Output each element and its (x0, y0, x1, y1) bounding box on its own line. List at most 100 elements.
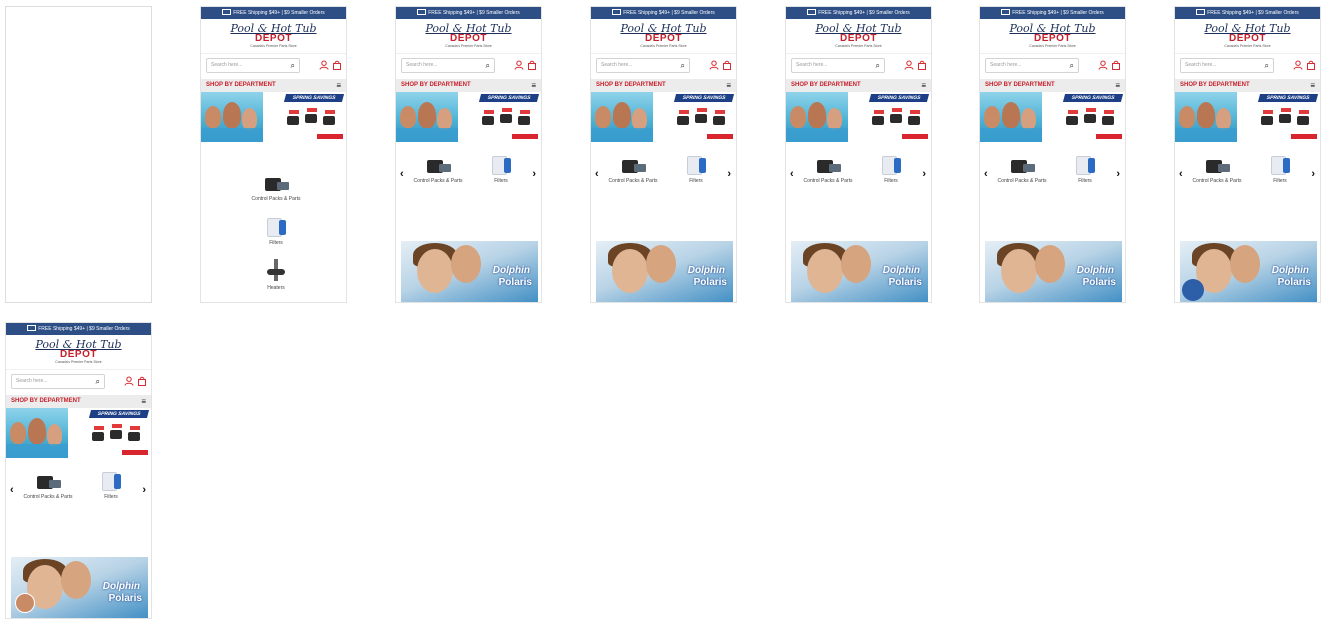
hamburger-icon[interactable]: ≡ (1310, 79, 1315, 92)
carousel-next-arrow[interactable]: › (1116, 168, 1120, 180)
dolphin-polaris-promo[interactable]: Dolphin Polaris (401, 241, 538, 302)
site-logo[interactable]: Pool & Hot Tub DEPOT Canada's Premier Pa… (396, 19, 541, 53)
category-filters[interactable]: Filters (1260, 154, 1300, 184)
hamburger-icon[interactable]: ≡ (921, 79, 926, 92)
category-filters[interactable]: Filters (871, 154, 911, 184)
shop-by-department[interactable]: SHOP BY DEPARTMENT ≡ (786, 79, 931, 92)
site-logo[interactable]: Pool & Hot Tub DEPOT Canada's Premier Pa… (786, 19, 931, 53)
cart-icon[interactable] (527, 60, 537, 70)
category-heaters[interactable]: Heaters (246, 259, 306, 291)
chat-bubble-icon[interactable] (1182, 279, 1204, 301)
hamburger-icon[interactable]: ≡ (1115, 79, 1120, 92)
banner-product (872, 116, 884, 125)
search-icon[interactable]: ⌕ (1070, 59, 1074, 72)
carousel-next-arrow[interactable]: › (142, 484, 146, 496)
carousel-next-arrow[interactable]: › (922, 168, 926, 180)
spring-savings-banner[interactable]: SPRING SAVINGS (201, 92, 346, 142)
banner-shop-button[interactable] (512, 134, 538, 139)
account-icon[interactable] (514, 60, 524, 70)
category-filters[interactable]: Filters (91, 470, 131, 500)
shop-by-department[interactable]: SHOP BY DEPARTMENT ≡ (396, 79, 541, 92)
category-label: Control Packs & Parts (1192, 178, 1242, 184)
search-input[interactable]: Search here... ⌕ (985, 58, 1079, 73)
search-input[interactable]: Search here... ⌕ (791, 58, 885, 73)
category-filters[interactable]: Filters (481, 154, 521, 184)
account-icon[interactable] (1098, 60, 1108, 70)
search-icon[interactable]: ⌕ (96, 375, 100, 388)
carousel-next-arrow[interactable]: › (532, 168, 536, 180)
shop-by-department[interactable]: SHOP BY DEPARTMENT ≡ (6, 395, 151, 408)
account-icon[interactable] (319, 60, 329, 70)
category-control-packs[interactable]: Control Packs & Parts (794, 156, 862, 184)
logo-tagline: Canada's Premier Parts Store (250, 44, 297, 48)
cart-icon[interactable] (137, 376, 147, 386)
banner-shop-button[interactable] (707, 134, 733, 139)
banner-person (632, 108, 647, 130)
hamburger-icon[interactable]: ≡ (531, 79, 536, 92)
phone-frame-carousel: FREE Shipping $49+ | $9 Smaller Orders P… (1174, 6, 1321, 303)
dolphin-polaris-promo[interactable]: Dolphin Polaris (985, 241, 1122, 302)
site-logo[interactable]: Pool & Hot Tub DEPOT Canada's Premier Pa… (6, 335, 151, 369)
shop-by-department[interactable]: SHOP BY DEPARTMENT ≡ (980, 79, 1125, 92)
banner-shop-button[interactable] (1096, 134, 1122, 139)
banner-headline: SPRING SAVINGS (283, 94, 345, 102)
spring-savings-banner[interactable]: SPRING SAVINGS (980, 92, 1125, 142)
shop-by-department[interactable]: SHOP BY DEPARTMENT ≡ (591, 79, 736, 92)
spring-savings-banner[interactable]: SPRING SAVINGS (396, 92, 541, 142)
banner-shop-button[interactable] (317, 134, 343, 139)
category-filters[interactable]: Filters (246, 216, 306, 246)
hamburger-icon[interactable]: ≡ (726, 79, 731, 92)
search-icon[interactable]: ⌕ (486, 59, 490, 72)
cart-icon[interactable] (332, 60, 342, 70)
shop-by-department[interactable]: SHOP BY DEPARTMENT ≡ (201, 79, 346, 92)
search-input[interactable]: Search here... ⌕ (596, 58, 690, 73)
spring-savings-banner[interactable]: SPRING SAVINGS (1175, 92, 1320, 142)
banner-person (242, 108, 257, 130)
site-logo[interactable]: Pool & Hot Tub DEPOT Canada's Premier Pa… (201, 19, 346, 53)
spring-savings-banner[interactable]: SPRING SAVINGS (786, 92, 931, 142)
dolphin-polaris-promo[interactable]: Dolphin Polaris (596, 241, 733, 302)
account-icon[interactable] (124, 376, 134, 386)
category-control-packs[interactable]: Control Packs & Parts (599, 156, 667, 184)
category-control-packs[interactable]: Control Packs & Parts (404, 156, 472, 184)
search-input[interactable]: Search here... ⌕ (1180, 58, 1274, 73)
spring-savings-banner[interactable]: SPRING SAVINGS (591, 92, 736, 142)
carousel-next-arrow[interactable]: › (727, 168, 731, 180)
category-filters[interactable]: Filters (1065, 154, 1105, 184)
account-icon[interactable] (904, 60, 914, 70)
dolphin-polaris-promo[interactable]: Dolphin Polaris (791, 241, 928, 302)
category-control-packs[interactable]: Control Packs & Parts (1183, 156, 1251, 184)
category-control-packs[interactable]: Control Packs & Parts (241, 174, 311, 202)
search-icon[interactable]: ⌕ (1265, 59, 1269, 72)
dolphin-polaris-promo[interactable]: Dolphin Polaris (11, 557, 148, 618)
account-icon[interactable] (709, 60, 719, 70)
banner-shop-button[interactable] (122, 450, 148, 455)
phone-frame-carousel: FREE Shipping $49+ | $9 Smaller Orders P… (979, 6, 1126, 303)
search-icon[interactable]: ⌕ (681, 59, 685, 72)
site-logo[interactable]: Pool & Hot Tub DEPOT Canada's Premier Pa… (980, 19, 1125, 53)
carousel-next-arrow[interactable]: › (1311, 168, 1315, 180)
category-control-packs[interactable]: Control Packs & Parts (988, 156, 1056, 184)
banner-shop-button[interactable] (1291, 134, 1317, 139)
search-input[interactable]: Search here... ⌕ (11, 374, 105, 389)
account-icon[interactable] (1293, 60, 1303, 70)
cart-icon[interactable] (722, 60, 732, 70)
cart-icon[interactable] (917, 60, 927, 70)
dolphin-polaris-promo[interactable]: Dolphin Polaris (1180, 241, 1317, 302)
search-input[interactable]: Search here... ⌕ (401, 58, 495, 73)
category-control-packs[interactable]: Control Packs & Parts (14, 472, 82, 500)
search-icon[interactable]: ⌕ (291, 59, 295, 72)
site-logo[interactable]: Pool & Hot Tub DEPOT Canada's Premier Pa… (591, 19, 736, 53)
cart-icon[interactable] (1306, 60, 1316, 70)
hamburger-icon[interactable]: ≡ (336, 79, 341, 92)
search-icon[interactable]: ⌕ (876, 59, 880, 72)
category-filters[interactable]: Filters (676, 154, 716, 184)
spring-savings-banner[interactable]: SPRING SAVINGS (6, 408, 151, 458)
banner-tag (112, 424, 122, 428)
banner-shop-button[interactable] (902, 134, 928, 139)
shop-by-department[interactable]: SHOP BY DEPARTMENT ≡ (1175, 79, 1320, 92)
cart-icon[interactable] (1111, 60, 1121, 70)
hamburger-icon[interactable]: ≡ (141, 395, 146, 408)
search-input[interactable]: Search here... ⌕ (206, 58, 300, 73)
site-logo[interactable]: Pool & Hot Tub DEPOT Canada's Premier Pa… (1175, 19, 1320, 53)
